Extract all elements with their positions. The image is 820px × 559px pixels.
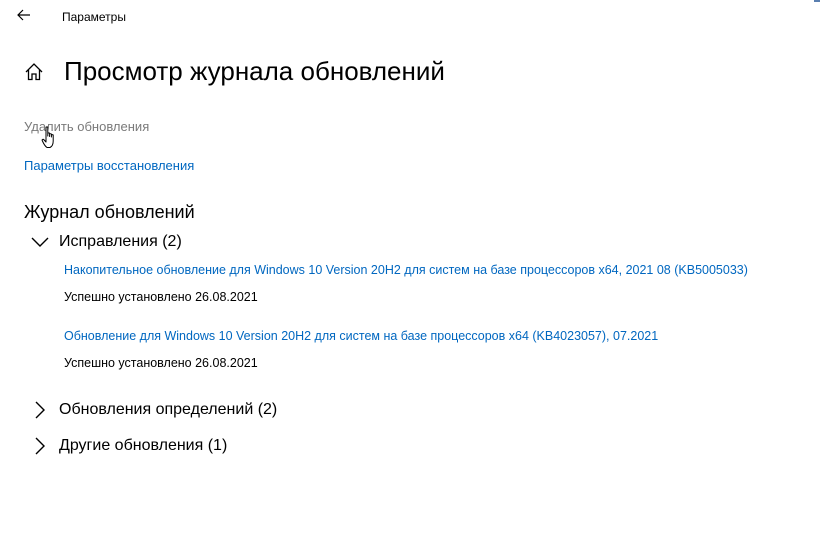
update-item-link[interactable]: Накопительное обновление для Windows 10 … — [64, 263, 748, 277]
update-item-link[interactable]: Обновление для Windows 10 Version 20H2 д… — [64, 329, 658, 343]
group-fixes-label: Исправления (2) — [59, 233, 182, 250]
page-header: Просмотр журнала обновлений — [0, 50, 820, 100]
group-other-updates-label: Другие обновления (1) — [59, 437, 228, 454]
update-history-heading: Журнал обновлений — [24, 202, 195, 222]
window-edge — [814, 0, 820, 2]
back-arrow-icon — [17, 8, 31, 26]
group-definition-updates-label: Обновления определений (2) — [59, 401, 278, 418]
hand-cursor-icon — [41, 126, 59, 150]
chevron-right-icon — [28, 436, 52, 456]
chevron-right-icon — [28, 400, 52, 420]
group-fixes-toggle[interactable]: Исправления (2) — [28, 229, 182, 255]
update-item-status: Успешно установлено 26.08.2021 — [64, 356, 258, 370]
home-button[interactable] — [22, 62, 46, 86]
page-title: Просмотр журнала обновлений — [64, 56, 445, 86]
update-item-status: Успешно установлено 26.08.2021 — [64, 290, 258, 304]
home-icon — [24, 62, 44, 87]
recovery-options-link[interactable]: Параметры восстановления — [24, 158, 194, 173]
group-other-updates-toggle[interactable]: Другие обновления (1) — [28, 433, 227, 459]
title-bar: Параметры — [0, 0, 820, 34]
back-button[interactable] — [12, 6, 36, 28]
group-definition-updates-toggle[interactable]: Обновления определений (2) — [28, 397, 277, 423]
chevron-down-icon — [28, 232, 52, 252]
window-title: Параметры — [62, 10, 126, 24]
